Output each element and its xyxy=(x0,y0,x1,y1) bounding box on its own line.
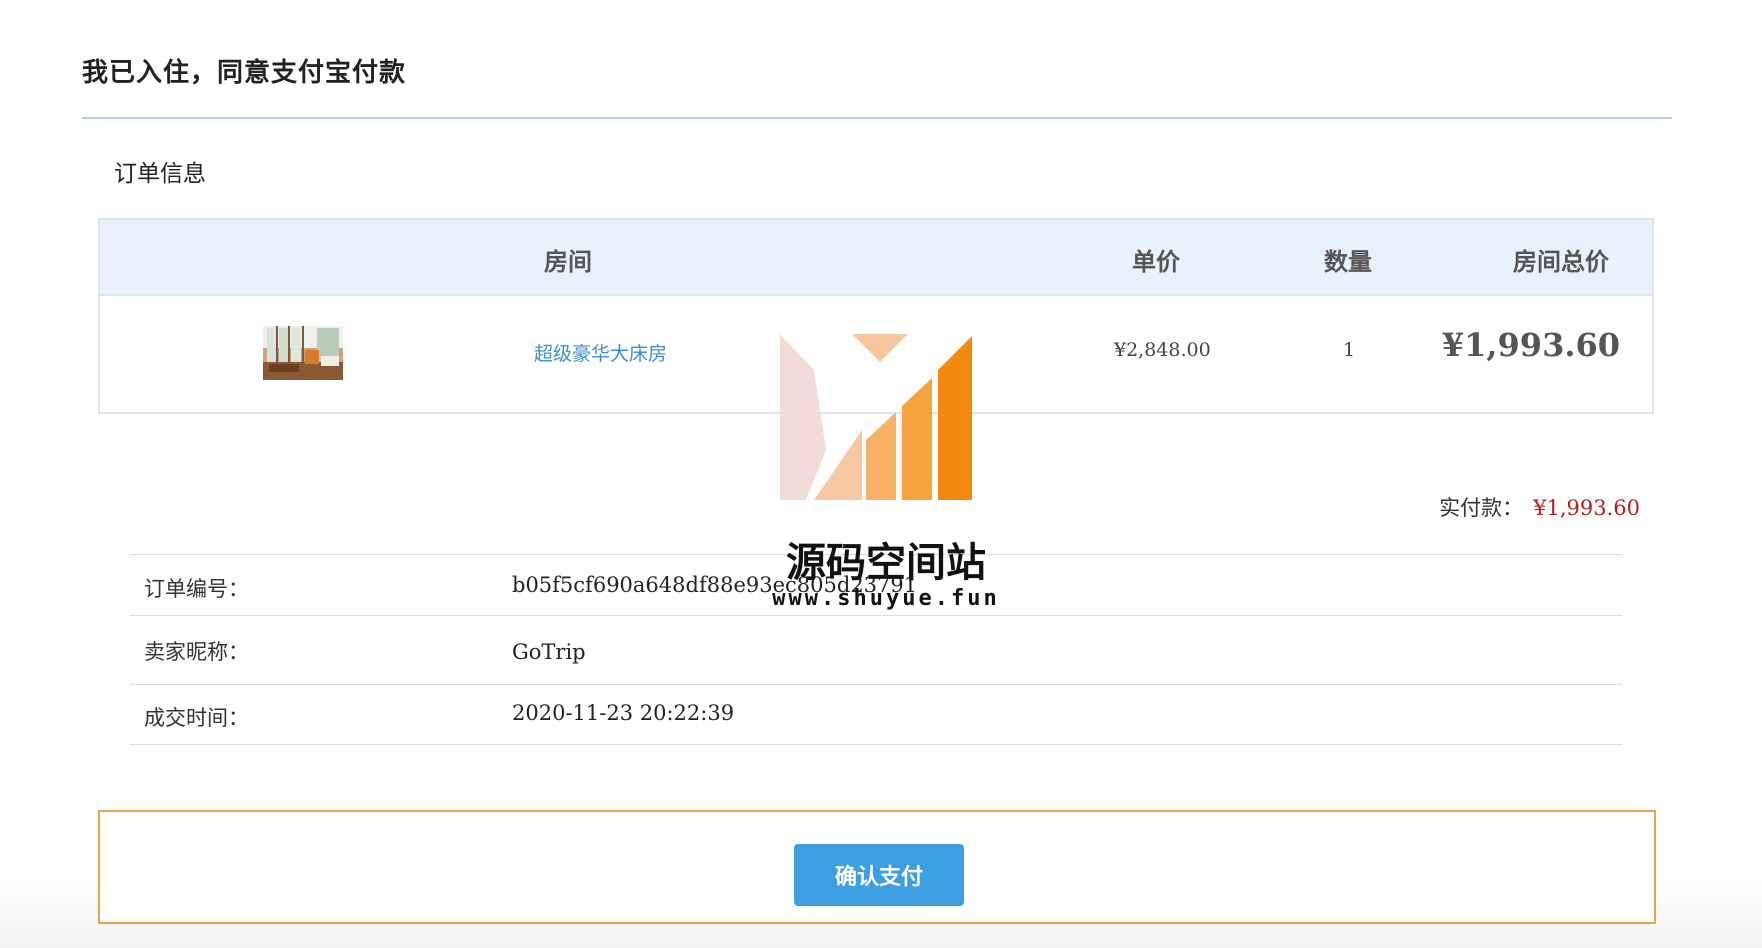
transaction-time-value: 2020-11-23 20:22:39 xyxy=(512,701,735,725)
transaction-time-row: 成交时间： 2020-11-23 20:22:39 xyxy=(130,684,1622,745)
confirm-pay-button[interactable]: 确认支付 xyxy=(794,844,964,906)
page-title: 我已入住，同意支付宝付款 xyxy=(82,58,407,88)
room-name-link[interactable]: 超级豪华大床房 xyxy=(534,343,667,365)
watermark-logo-icon xyxy=(780,334,972,500)
unit-price-cell: ¥2,848.00 xyxy=(1114,339,1211,361)
header-unit-price: 单价 xyxy=(1132,247,1180,276)
header-room: 房间 xyxy=(544,247,592,276)
quantity-cell: 1 xyxy=(1343,339,1356,361)
paid-amount-row: 实付款： ¥1,993.60 xyxy=(1439,492,1640,522)
watermark-title: 源码空间站 xyxy=(786,540,986,586)
pay-action-box: 确认支付 xyxy=(98,810,1656,924)
room-name-cell: 超级豪华大床房 xyxy=(534,339,667,366)
seller-nickname-value: GoTrip xyxy=(512,640,586,664)
order-table-header: 房间 单价 数量 房间总价 xyxy=(100,220,1652,296)
seller-nickname-row: 卖家昵称： GoTrip xyxy=(130,615,1622,684)
room-total-cell: ¥1,993.60 xyxy=(1441,326,1620,364)
paid-amount-value: ¥1,993.60 xyxy=(1533,496,1640,520)
transaction-time-label: 成交时间： xyxy=(144,706,249,730)
watermark-url: www.shuyue.fun xyxy=(772,586,1000,611)
order-section-title: 订单信息 xyxy=(114,161,206,187)
paid-amount-label: 实付款： xyxy=(1439,496,1524,520)
title-divider xyxy=(82,117,1672,119)
room-photo-image xyxy=(263,326,343,380)
room-thumbnail[interactable] xyxy=(263,326,343,380)
checkout-page: 我已入住，同意支付宝付款 订单信息 房间 单价 数量 房间总价 超级豪华大床房 … xyxy=(0,0,1762,948)
watermark: 源码空间站 www.shuyue.fun xyxy=(766,330,1006,620)
header-room-total: 房间总价 xyxy=(1513,247,1609,276)
order-number-label: 订单编号： xyxy=(144,577,249,601)
seller-nickname-label: 卖家昵称： xyxy=(144,640,249,664)
header-quantity: 数量 xyxy=(1324,247,1372,276)
